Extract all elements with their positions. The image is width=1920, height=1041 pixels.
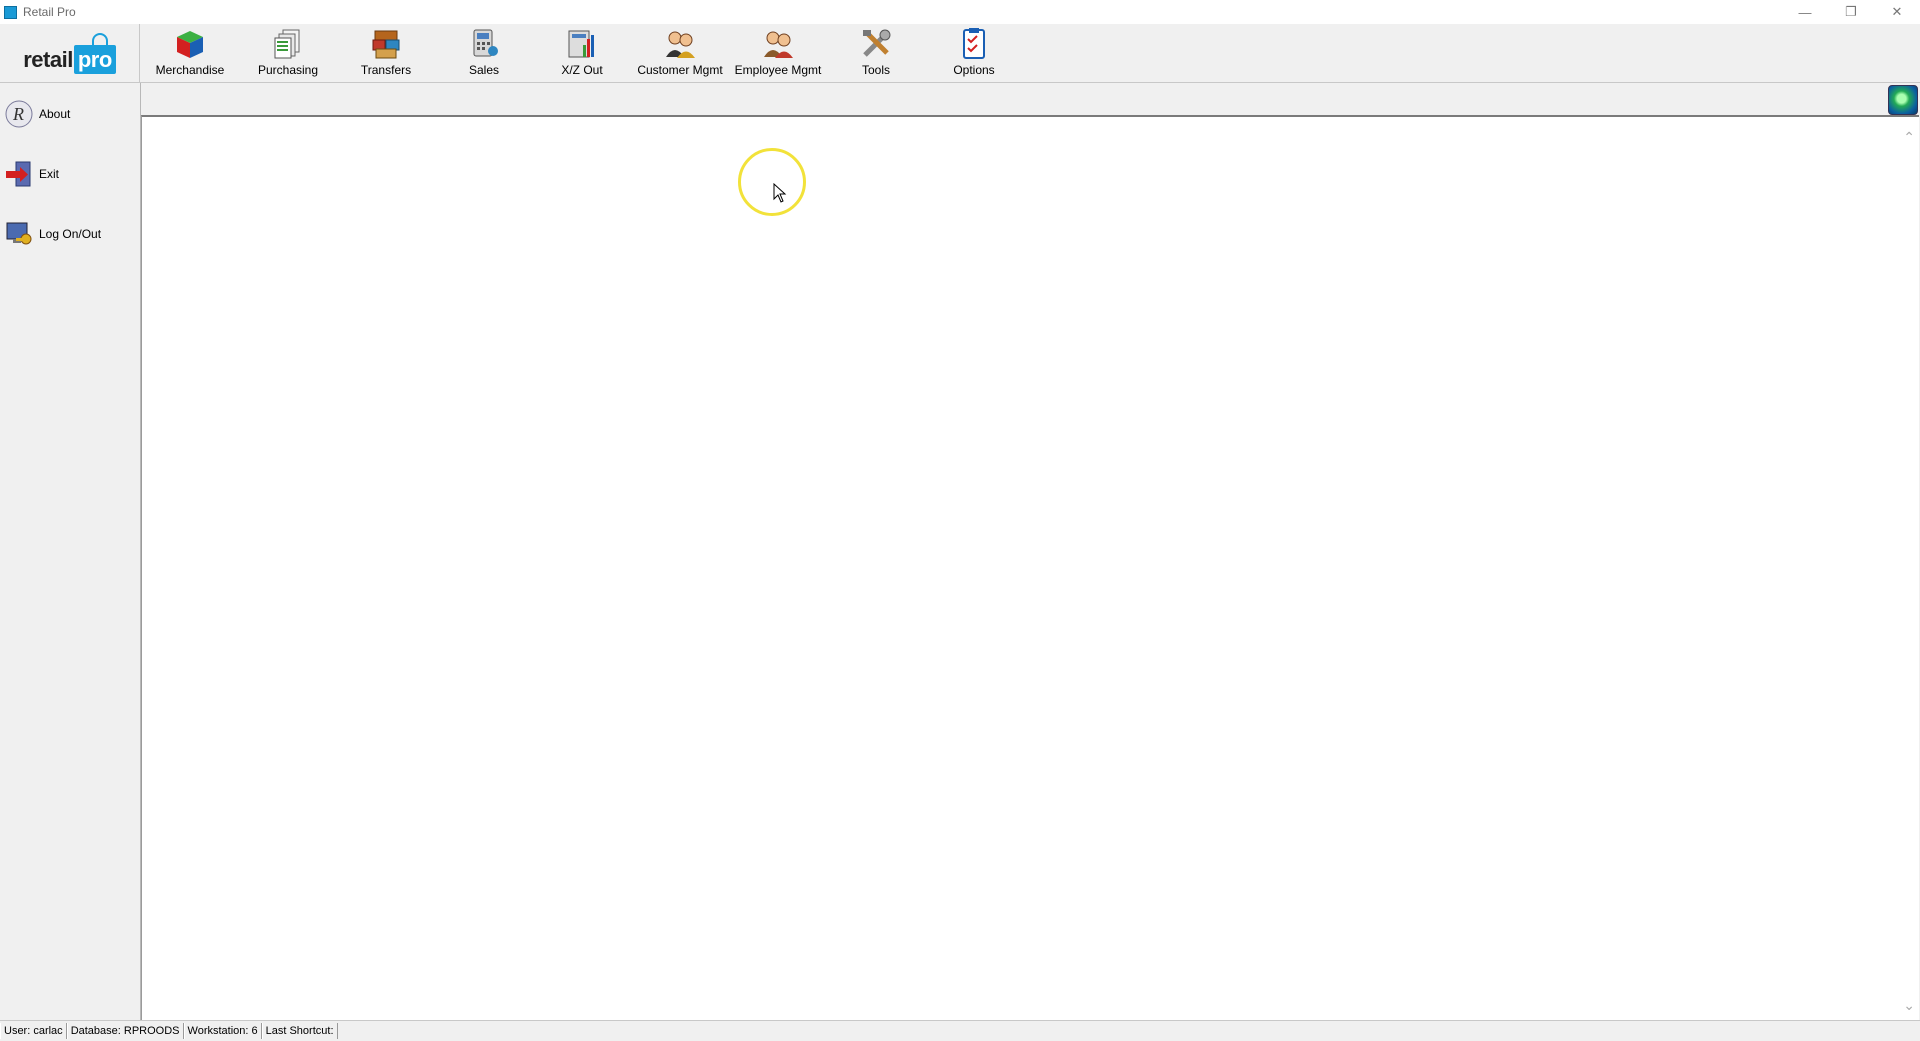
status-user: User: carlac [0,1023,67,1039]
logo-text: retail pro [23,32,116,74]
customer-mgmt-label: Customer Mgmt [637,63,723,77]
transfers-icon [369,27,403,61]
purchasing-button[interactable]: Purchasing [242,24,334,82]
restore-icon: ❐ [1845,4,1857,19]
close-button[interactable]: ✕ [1874,0,1920,24]
status-database: Database: RPROODS [66,1023,184,1039]
logo-text-left: retail [23,46,73,72]
purchasing-icon [271,27,305,61]
app-icon [4,5,17,19]
scroll-up-icon[interactable]: ⌃ [1903,129,1915,146]
sales-button[interactable]: Sales [438,24,530,82]
employee-mgmt-label: Employee Mgmt [734,63,822,77]
logon-icon [4,219,34,249]
status-bar: User: carlac Database: RPROODS Workstati… [0,1020,1920,1041]
svg-text:R: R [12,104,24,124]
status-workstation: Workstation: 6 [183,1023,262,1039]
status-last-shortcut: Last Shortcut: [261,1023,338,1039]
left-sidebar: R About Exit Log On/Out [0,83,141,1020]
main-content-area: ⌃ ⌄ [141,115,1919,1020]
xz-out-button[interactable]: X/Z Out [536,24,628,82]
sales-label: Sales [468,63,500,77]
window-controls: — ❐ ✕ [1782,0,1920,24]
window-title: Retail Pro [23,5,76,19]
xz-out-label: X/Z Out [561,63,603,77]
tools-icon [859,27,893,61]
purchasing-label: Purchasing [257,63,319,77]
cursor-highlight-ring [738,148,806,216]
scroll-down-icon[interactable]: ⌄ [1903,997,1915,1014]
close-icon: ✕ [1891,4,1903,19]
main-toolbar: retail pro Merchandise Purchasing Transfe… [0,24,1920,83]
sales-icon [467,27,501,61]
xz-out-icon [565,27,599,61]
mouse-cursor-icon [773,182,787,203]
customer-mgmt-button[interactable]: Customer Mgmt [634,24,726,82]
options-label: Options [953,63,995,77]
minimize-icon: — [1798,4,1812,20]
minimize-button[interactable]: — [1782,0,1828,24]
merchandise-icon [173,27,207,61]
content-header [141,83,1920,115]
restore-button[interactable]: ❐ [1828,0,1874,24]
logo-text-right: pro [77,46,112,72]
options-icon [957,27,991,61]
tools-label: Tools [861,63,890,77]
retailpro-logo: retail pro [0,24,140,82]
logon-label: Log On/Out [39,227,102,241]
globe-icon[interactable] [1888,85,1918,115]
sidebar-item-logon[interactable]: Log On/Out [4,217,101,251]
employee-mgmt-icon [761,27,795,61]
employee-mgmt-button[interactable]: Employee Mgmt [732,24,824,82]
title-bar: Retail Pro — ❐ ✕ [0,0,1920,24]
exit-label: Exit [39,167,60,181]
sidebar-item-exit[interactable]: Exit [4,157,59,191]
about-label: About [39,107,71,121]
tools-button[interactable]: Tools [830,24,922,82]
transfers-button[interactable]: Transfers [340,24,432,82]
exit-icon [4,159,34,189]
options-button[interactable]: Options [928,24,1020,82]
sidebar-item-about[interactable]: R About [4,97,70,131]
about-icon: R [4,99,34,129]
customer-mgmt-icon [663,27,697,61]
transfers-label: Transfers [360,63,412,77]
logo-bag: pro [73,32,116,74]
merchandise-label: Merchandise [155,63,225,77]
merchandise-button[interactable]: Merchandise [144,24,236,82]
